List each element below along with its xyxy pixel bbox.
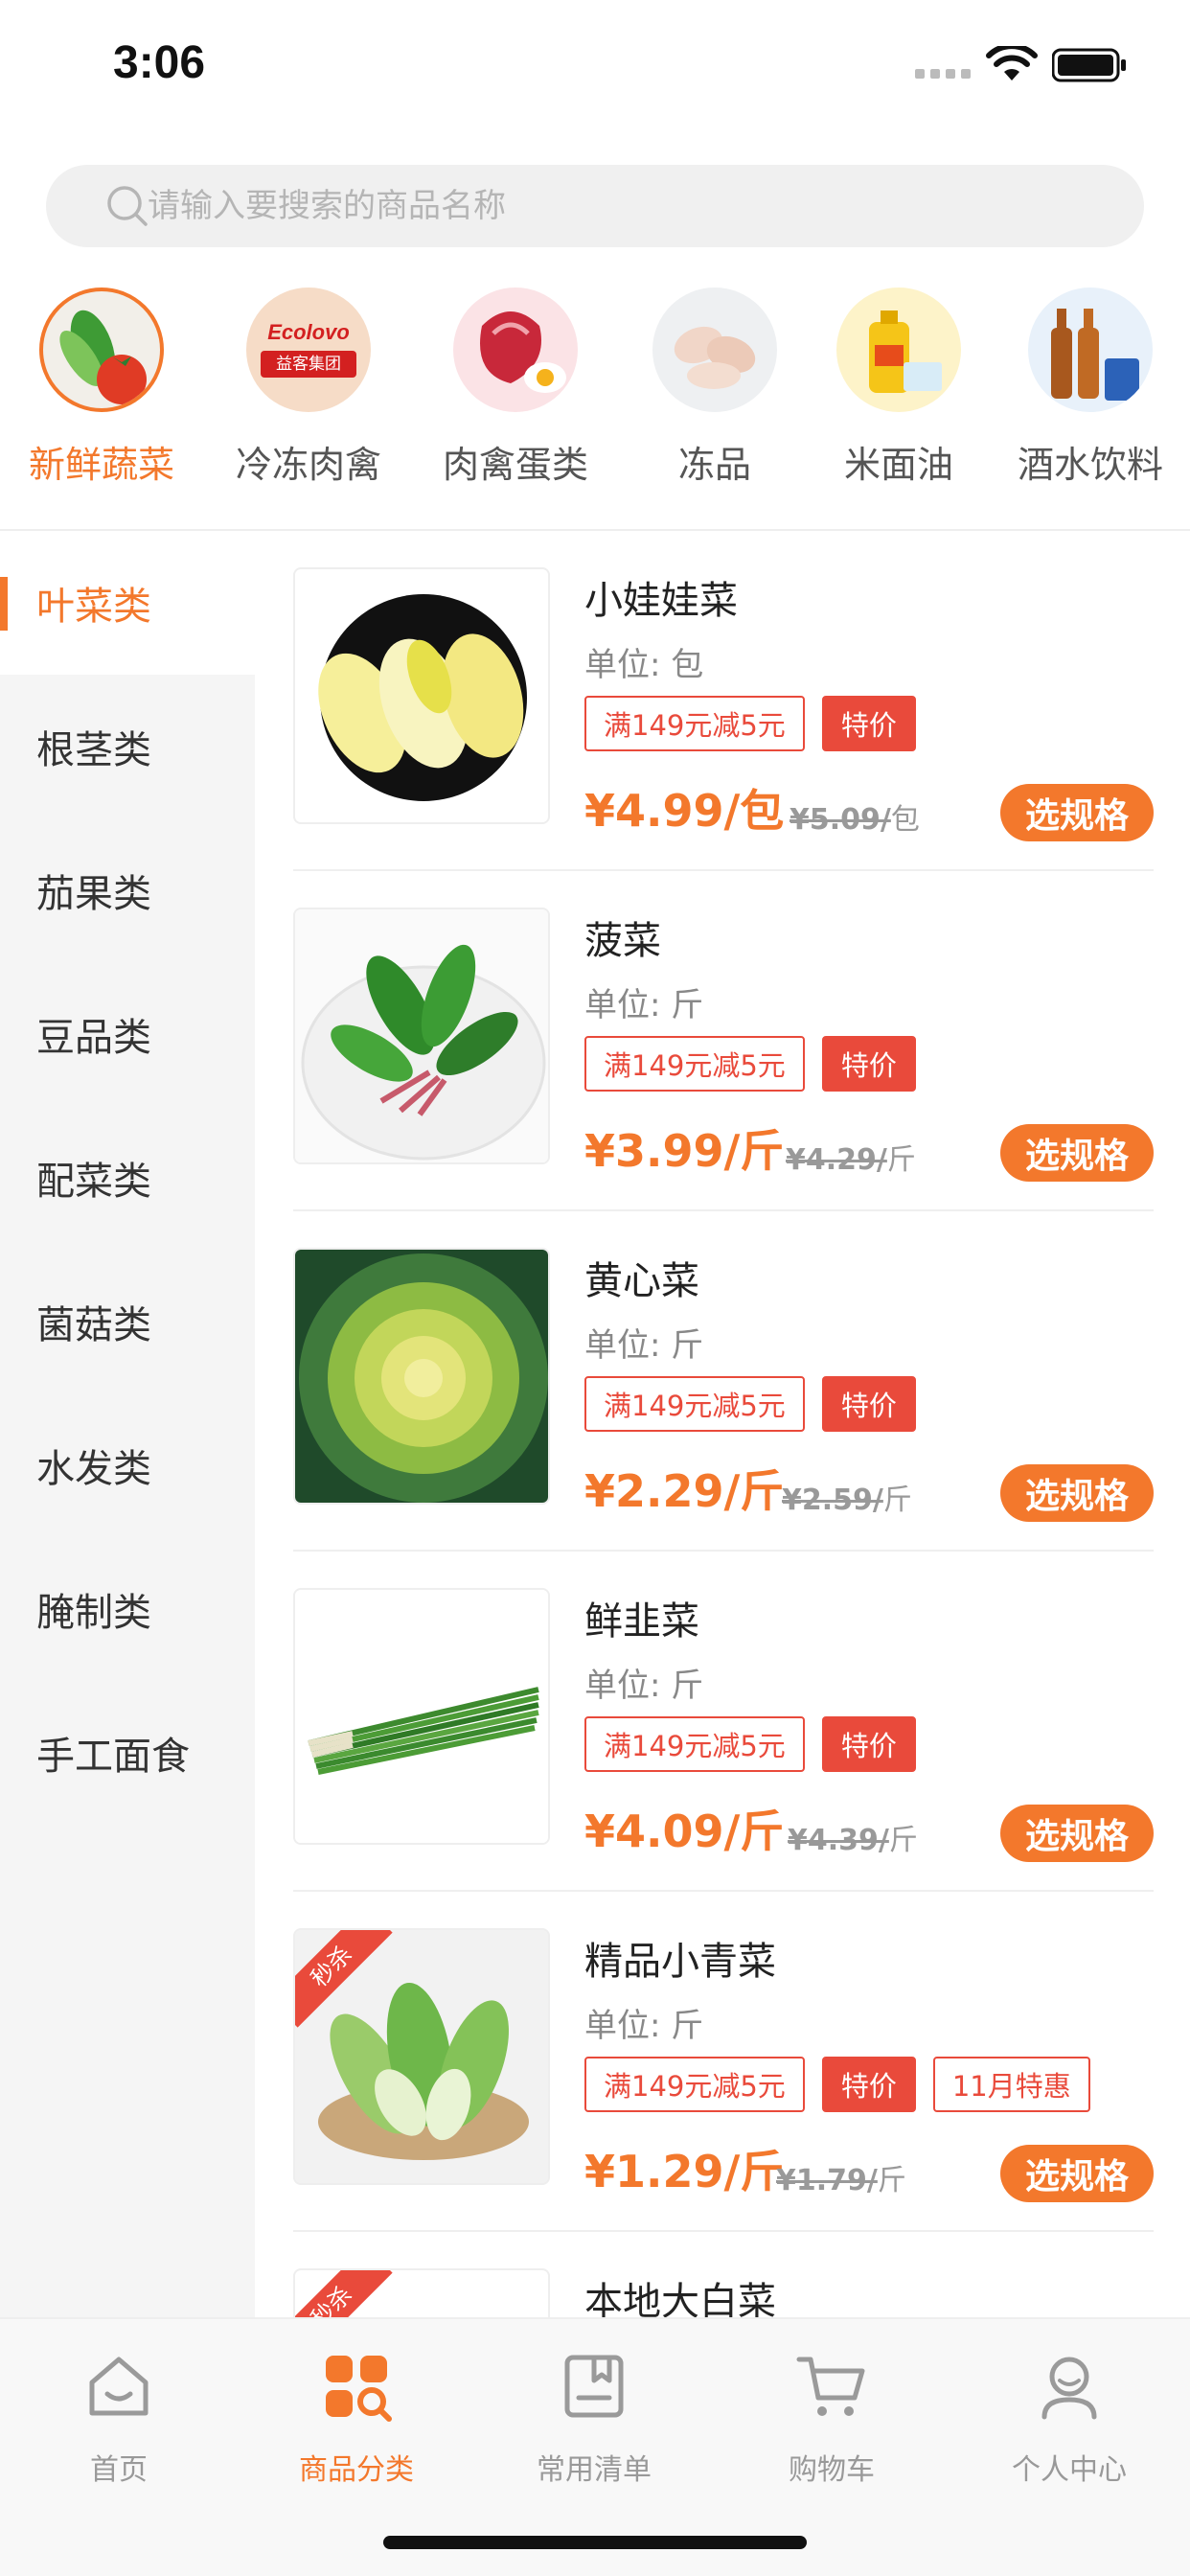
select-spec-button[interactable]: 选规格 — [1000, 784, 1154, 841]
original-price: ¥1.79/斤 — [776, 2164, 906, 2197]
original-price: ¥4.39/斤 — [788, 1824, 918, 1857]
sidebar-item-root[interactable]: 根茎类 — [0, 675, 255, 818]
search-bar[interactable] — [46, 165, 1144, 247]
product-item[interactable]: 秒杀 精品小青菜 单位: 斤 满149元减5元 特价 11月特惠 ¥1.29/斤… — [255, 1892, 1190, 2232]
sidebar: 叶菜类 根茎类 茄果类 豆品类 配菜类 菌菇类 水发类 腌制类 手工面食 — [0, 531, 255, 2317]
sidebar-item-mushroom[interactable]: 菌菇类 — [0, 1250, 255, 1393]
cooking-oil-image — [836, 288, 961, 412]
signal-icon — [915, 69, 971, 79]
november-special-tag: 11月特惠 — [932, 2057, 1090, 2112]
sidebar-item-handmade-noodles[interactable]: 手工面食 — [0, 1681, 255, 1825]
sidebar-item-solanaceous[interactable]: 茄果类 — [0, 818, 255, 962]
price: ¥4.99/包 — [584, 785, 785, 837]
product-item[interactable]: 秒杀 本地大白菜 — [255, 2232, 1190, 2317]
home-indicator — [383, 2536, 807, 2549]
category-fresh-vegetables[interactable]: 新鲜蔬菜 — [6, 288, 197, 488]
category-beverages[interactable]: 酒水饮料 — [995, 288, 1186, 488]
select-spec-button[interactable]: 选规格 — [1000, 1464, 1154, 1522]
product-item[interactable]: 菠菜 单位: 斤 满149元减5元 特价 ¥3.99/斤 ¥4.29/斤 选规格 — [255, 871, 1190, 1211]
home-icon — [89, 2357, 149, 2416]
chives-image — [293, 1588, 550, 1845]
profile-icon — [1041, 2357, 1097, 2420]
price: ¥1.29/斤 — [584, 2146, 785, 2197]
original-price: ¥5.09/包 — [790, 803, 920, 837]
list-icon — [564, 2355, 624, 2418]
sidebar-item-bean[interactable]: 豆品类 — [0, 962, 255, 1106]
promo-tag: 满149元减5元 — [584, 1036, 805, 1092]
baby-cabbage-image — [293, 567, 550, 824]
status-bar: 3:06 — [0, 0, 1190, 134]
tab-cart[interactable]: 购物车 — [713, 2348, 950, 2488]
frozen-chicken-image — [652, 288, 777, 412]
product-item[interactable]: 黄心菜 单位: 斤 满149元减5元 特价 ¥2.29/斤 ¥2.59/斤 选规… — [255, 1211, 1190, 1552]
sidebar-item-pickled[interactable]: 腌制类 — [0, 1537, 255, 1681]
tab-common-list[interactable]: 常用清单 — [475, 2348, 713, 2488]
select-spec-button[interactable]: 选规格 — [1000, 1124, 1154, 1182]
promo-tag: 满149元减5元 — [584, 1376, 805, 1432]
search-input[interactable] — [107, 187, 970, 225]
price: ¥2.29/斤 — [584, 1465, 785, 1517]
category-meat-eggs[interactable]: 肉禽蛋类 — [420, 288, 611, 488]
spinach-image — [293, 908, 550, 1164]
price: ¥3.99/斤 — [584, 1125, 785, 1177]
original-price: ¥4.29/斤 — [786, 1143, 916, 1177]
price: ¥4.09/斤 — [584, 1806, 785, 1857]
tab-home[interactable]: 首页 — [0, 2348, 238, 2488]
ecolovo-logo-image: Ecolovo 益客集团 — [246, 288, 371, 412]
product-item[interactable]: 小娃娃菜 单位: 包 满149元减5元 特价 ¥4.99/包 ¥5.09/包 选… — [255, 531, 1190, 871]
seckill-badge: 秒杀 — [295, 2270, 393, 2317]
special-price-tag: 特价 — [821, 696, 916, 751]
status-time: 3:06 — [113, 37, 206, 88]
category-strip: 新鲜蔬菜 Ecolovo 益客集团 冷冻肉禽 肉禽蛋类 冻品 米面油 酒水饮料 — [0, 288, 1190, 527]
sidebar-item-side-dishes[interactable]: 配菜类 — [0, 1106, 255, 1250]
tab-profile[interactable]: 个人中心 — [950, 2348, 1188, 2488]
napa-cabbage-image: 秒杀 — [293, 2268, 550, 2317]
yellow-heart-cabbage-image — [293, 1248, 550, 1505]
wifi-icon — [986, 46, 1038, 80]
original-price: ¥2.59/斤 — [782, 1484, 912, 1517]
category-icon — [326, 2356, 392, 2422]
special-price-tag: 特价 — [821, 1716, 916, 1772]
sidebar-item-leafy[interactable]: 叶菜类 — [0, 531, 255, 675]
vegetables-image — [39, 288, 164, 412]
promo-tag: 满149元减5元 — [584, 696, 805, 751]
product-item[interactable]: 鲜韭菜 单位: 斤 满149元减5元 特价 ¥4.09/斤 ¥4.39/斤 选规… — [255, 1552, 1190, 1892]
sidebar-item-soaked[interactable]: 水发类 — [0, 1393, 255, 1537]
category-rice-flour-oil[interactable]: 米面油 — [803, 288, 995, 488]
category-frozen[interactable]: 冻品 — [619, 288, 811, 488]
category-frozen-meat[interactable]: Ecolovo 益客集团 冷冻肉禽 — [213, 288, 404, 488]
special-price-tag: 特价 — [821, 1036, 916, 1092]
cart-icon — [796, 2357, 865, 2416]
promo-tag: 满149元减5元 — [584, 2057, 805, 2112]
special-price-tag: 特价 — [821, 1376, 916, 1432]
search-icon — [107, 186, 148, 226]
special-price-tag: 特价 — [821, 2057, 916, 2112]
bok-choy-image: 秒杀 — [293, 1928, 550, 2185]
select-spec-button[interactable]: 选规格 — [1000, 1805, 1154, 1862]
select-spec-button[interactable]: 选规格 — [1000, 2145, 1154, 2202]
product-list: 小娃娃菜 单位: 包 满149元减5元 特价 ¥4.99/包 ¥5.09/包 选… — [255, 531, 1190, 2317]
battery-icon — [1052, 48, 1126, 82]
beverages-image — [1028, 288, 1153, 412]
tab-category[interactable]: 商品分类 — [238, 2348, 475, 2488]
promo-tag: 满149元减5元 — [584, 1716, 805, 1772]
meat-egg-image — [453, 288, 578, 412]
